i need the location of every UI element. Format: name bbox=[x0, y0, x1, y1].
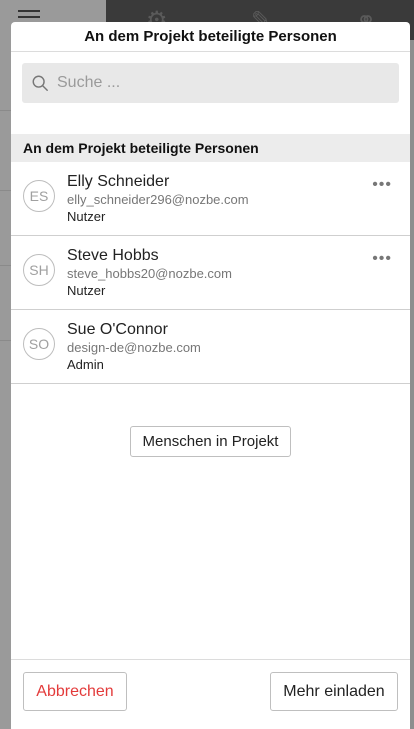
search-input[interactable] bbox=[57, 74, 399, 92]
more-horizontal-icon[interactable]: ••• bbox=[372, 250, 392, 268]
more-horizontal-icon[interactable]: ••• bbox=[372, 176, 392, 194]
invite-more-button[interactable]: Mehr einladen bbox=[270, 672, 398, 711]
person-role: Nutzer bbox=[67, 209, 106, 224]
search-icon bbox=[32, 75, 48, 91]
dialog-title: An dem Projekt beteiligte Personen bbox=[11, 22, 410, 52]
avatar: SH bbox=[23, 254, 55, 286]
person-name: Steve Hobbs bbox=[67, 247, 159, 264]
dialog-footer: Abbrechen Mehr einladen bbox=[11, 659, 410, 729]
project-people-dialog: An dem Projekt beteiligte Personen An de… bbox=[11, 22, 410, 729]
person-email: design-de@nozbe.com bbox=[67, 340, 201, 355]
search-box[interactable] bbox=[22, 63, 399, 103]
search-area bbox=[11, 52, 410, 134]
person-email: elly_schneider296@nozbe.com bbox=[67, 192, 249, 207]
people-in-project-wrap: Menschen in Projekt bbox=[11, 426, 410, 457]
person-name: Sue O'Connor bbox=[67, 321, 168, 338]
avatar: SO bbox=[23, 328, 55, 360]
person-info: Sue O'Connor design-de@nozbe.com Admin bbox=[67, 320, 201, 373]
people-in-project-button[interactable]: Menschen in Projekt bbox=[129, 426, 292, 457]
cancel-button[interactable]: Abbrechen bbox=[23, 672, 127, 711]
avatar: ES bbox=[23, 180, 55, 212]
person-row-elly[interactable]: ES Elly Schneider elly_schneider296@nozb… bbox=[11, 162, 410, 236]
person-row-sue[interactable]: SO Sue O'Connor design-de@nozbe.com Admi… bbox=[11, 310, 410, 384]
person-role: Nutzer bbox=[67, 283, 106, 298]
person-info: Steve Hobbs steve_hobbs20@nozbe.com Nutz… bbox=[67, 246, 232, 299]
person-name: Elly Schneider bbox=[67, 173, 170, 190]
person-row-steve[interactable]: SH Steve Hobbs steve_hobbs20@nozbe.com N… bbox=[11, 236, 410, 310]
section-header: An dem Projekt beteiligte Personen bbox=[11, 134, 410, 162]
person-role: Admin bbox=[67, 357, 104, 372]
person-email: steve_hobbs20@nozbe.com bbox=[67, 266, 232, 281]
person-info: Elly Schneider elly_schneider296@nozbe.c… bbox=[67, 172, 249, 225]
